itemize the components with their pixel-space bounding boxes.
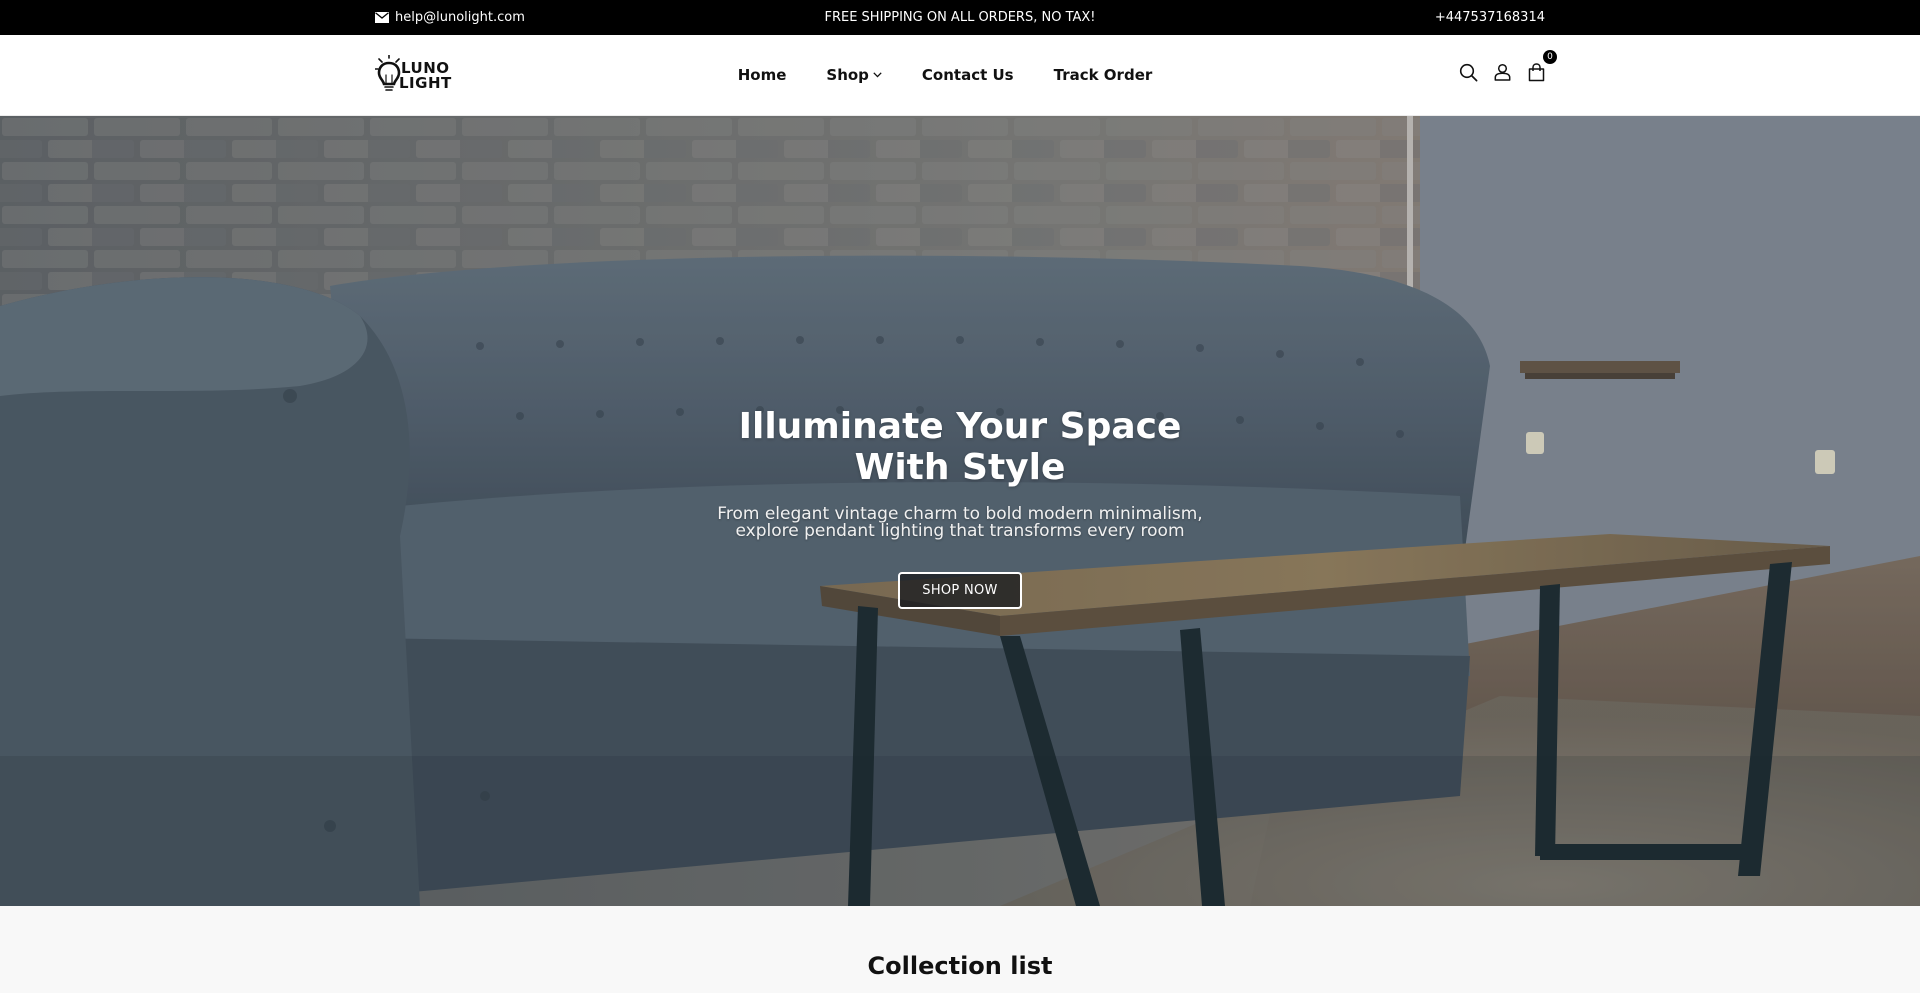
main-nav: Home Shop Contact Us Track Order — [0, 35, 1920, 115]
hero-subtitle: From elegant vintage charm to bold moder… — [717, 504, 1203, 541]
nav-shop-label: Shop — [826, 66, 869, 84]
header-actions: 0 — [1457, 50, 1557, 83]
nav-contact-us[interactable]: Contact Us — [922, 66, 1014, 84]
user-icon — [1494, 63, 1510, 81]
collection-list-title: Collection list — [867, 952, 1053, 980]
chevron-down-icon — [873, 72, 882, 78]
cart-icon — [1528, 62, 1544, 81]
nav-track-order-label: Track Order — [1053, 66, 1153, 84]
shop-now-button[interactable]: SHOP NOW — [898, 572, 1022, 609]
hero-content: Illuminate Your Space With Style From el… — [0, 406, 1920, 609]
nav-contact-us-label: Contact Us — [921, 66, 1014, 84]
nav-home[interactable]: Home — [738, 66, 787, 84]
collection-list-section: Collection list — [0, 906, 1920, 993]
envelope-icon — [375, 12, 389, 23]
email-text: help@lunolight.com — [395, 10, 525, 25]
hero-banner: Illuminate Your Space With Style From el… — [0, 116, 1920, 906]
search-icon — [1459, 63, 1477, 81]
site-header: LUNO LIGHT Home Shop Contact Us Track Or… — [0, 35, 1920, 116]
announcement-bar: help@lunolight.com FREE SHIPPING ON ALL … — [0, 0, 1920, 35]
phone-link[interactable]: +447537168314 — [1435, 0, 1545, 35]
promo-text: FREE SHIPPING ON ALL ORDERS, NO TAX! — [824, 10, 1096, 25]
cart-count-badge: 0 — [1543, 50, 1557, 64]
search-button[interactable] — [1457, 61, 1479, 83]
hero-title: Illuminate Your Space With Style — [738, 406, 1182, 488]
account-button[interactable] — [1491, 61, 1513, 83]
cart-button[interactable]: 0 — [1525, 50, 1557, 83]
logo-text-line2: LIGHT — [399, 74, 452, 92]
email-link[interactable]: help@lunolight.com — [375, 0, 525, 35]
nav-track-order[interactable]: Track Order — [1054, 66, 1153, 84]
logo[interactable]: LUNO LIGHT — [375, 53, 457, 99]
nav-shop[interactable]: Shop — [826, 66, 882, 84]
nav-home-label: Home — [737, 66, 787, 84]
